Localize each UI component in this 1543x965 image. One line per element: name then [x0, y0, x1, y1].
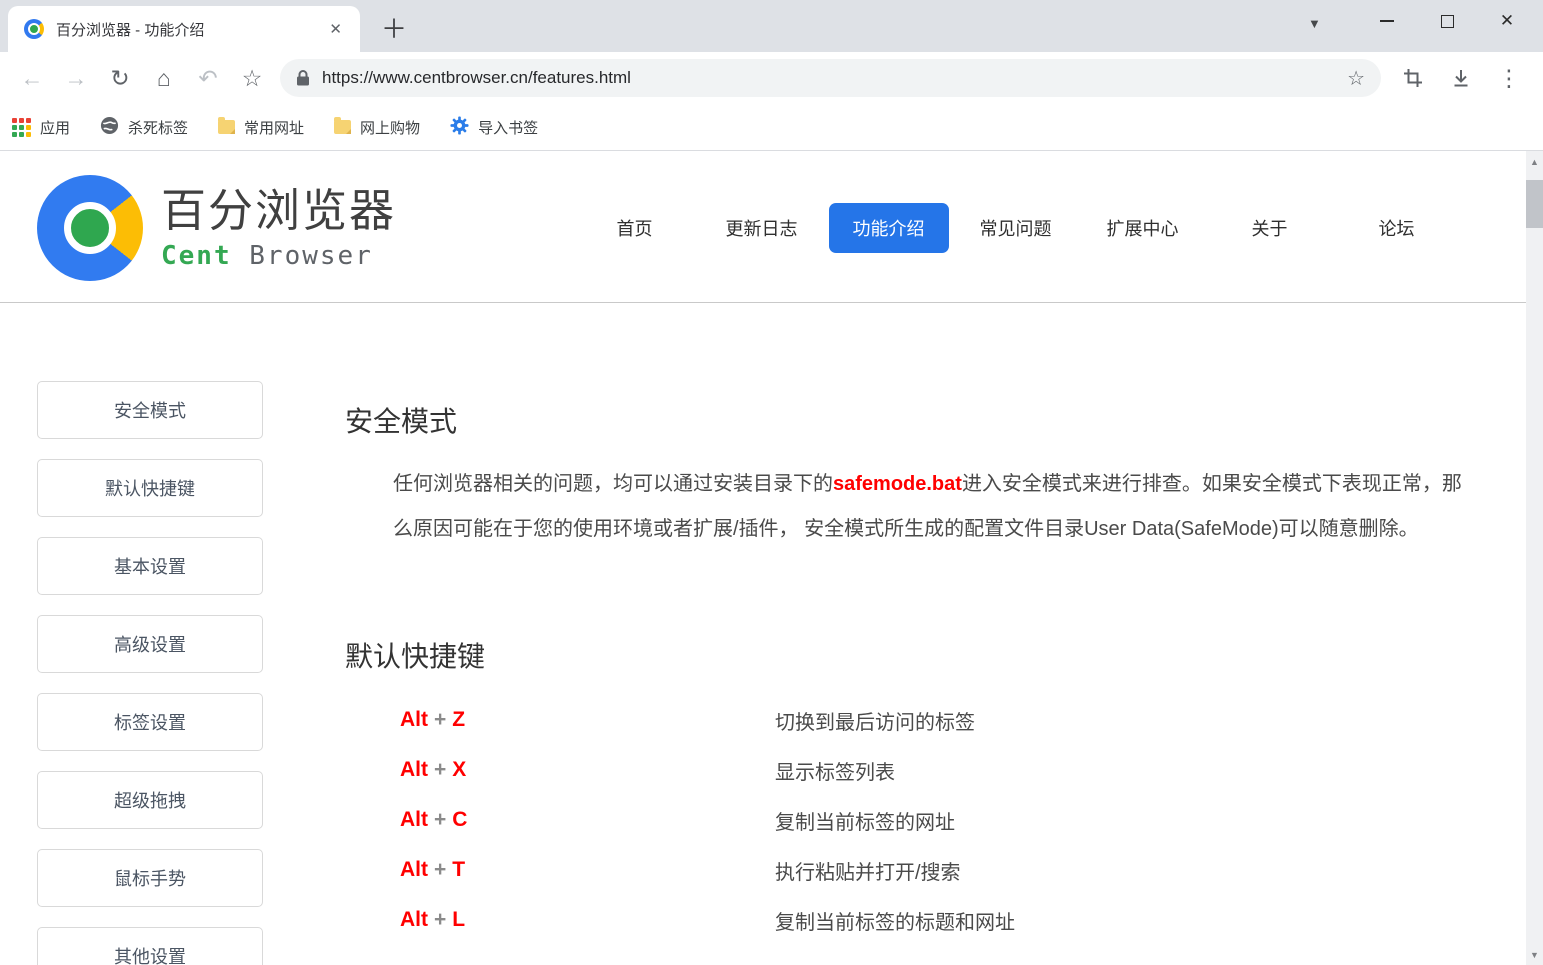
safemode-text-before: 任何浏览器相关的问题，均可以通过安装目录下的 [393, 473, 833, 495]
maximize-icon [1441, 15, 1454, 28]
shortcut-desc: 显示标签列表 [775, 756, 895, 785]
sidebar-item-safemode[interactable]: 安全模式 [37, 381, 263, 439]
minimize-icon [1380, 20, 1394, 22]
folder-icon [334, 120, 351, 134]
shortcut-row: Alt+Z 切换到最后访问的标签 [345, 695, 1490, 745]
main-article: 安全模式 任何浏览器相关的问题，均可以通过安装目录下的safemode.bat进… [345, 303, 1490, 945]
bookmark-folder-common-sites[interactable]: 常用网址 [218, 117, 304, 138]
sidebar-item-other-settings[interactable]: 其他设置 [37, 927, 263, 965]
bookmark-label: 应用 [40, 117, 70, 138]
menu-dots-icon[interactable]: ⋮ [1485, 57, 1533, 99]
lock-icon[interactable] [296, 69, 310, 87]
tab-close-icon[interactable]: ✕ [323, 18, 348, 40]
bookmark-kill-tab[interactable]: 杀死标签 [100, 116, 188, 139]
nav-item-changelog[interactable]: 更新日志 [698, 202, 825, 254]
mouse-gesture-star-icon[interactable]: ☆ [230, 57, 274, 99]
bookmark-label: 常用网址 [244, 117, 304, 138]
minimize-button[interactable] [1357, 2, 1417, 40]
logo-text: 百分浏览器 Cent Browser [161, 185, 396, 271]
sidebar-item-basic-settings[interactable]: 基本设置 [37, 537, 263, 595]
bookmark-import[interactable]: 导入书签 [450, 116, 538, 139]
shortcut-row: Alt+C 复制当前标签的网址 [345, 795, 1490, 845]
active-tab[interactable]: 百分浏览器 - 功能介绍 ✕ [8, 6, 360, 52]
nav-item-forum[interactable]: 论坛 [1333, 202, 1460, 254]
site-header: 百分浏览器 Cent Browser 首页 更新日志 功能介绍 常见问题 扩展中… [0, 151, 1543, 303]
url-text: https://www.centbrowser.cn/features.html [322, 68, 1347, 88]
folder-icon [218, 120, 235, 134]
tab-list-dropdown-icon[interactable]: ▼ [1308, 16, 1321, 31]
nav-item-home[interactable]: 首页 [571, 202, 698, 254]
site-nav: 首页 更新日志 功能介绍 常见问题 扩展中心 关于 论坛 [571, 202, 1460, 254]
page-scrollbar[interactable]: ▲ ▼ [1526, 151, 1543, 965]
logo-subtitle-cent: Cent [161, 241, 232, 271]
shortcut-key: Alt+X [345, 758, 775, 782]
back-icon[interactable]: ← [10, 57, 54, 99]
section-heading-safemode: 安全模式 [345, 400, 1490, 440]
shortcut-desc: 复制当前标签的网址 [775, 806, 955, 835]
page-content: 安全模式 默认快捷键 基本设置 高级设置 标签设置 超级拖拽 鼠标手势 其他设置… [0, 303, 1543, 965]
address-bar[interactable]: https://www.centbrowser.cn/features.html… [280, 59, 1381, 97]
section-heading-shortcuts: 默认快捷键 [345, 635, 1490, 675]
tab-title: 百分浏览器 - 功能介绍 [56, 19, 323, 40]
nav-item-features[interactable]: 功能介绍 [825, 202, 952, 254]
scrollbar-thumb[interactable] [1526, 180, 1543, 228]
browser-toolbar: ← → ↻ ⌂ ↶ ☆ https://www.centbrowser.cn/f… [0, 52, 1543, 104]
screenshot-crop-icon[interactable] [1389, 57, 1437, 99]
sidebar-item-tab-settings[interactable]: 标签设置 [37, 693, 263, 751]
bookmark-folder-shopping[interactable]: 网上购物 [334, 117, 420, 138]
site-logo[interactable]: 百分浏览器 Cent Browser [37, 175, 396, 281]
safemode-highlight: safemode.bat [833, 473, 962, 495]
gear-icon [450, 116, 469, 139]
tab-strip: 百分浏览器 - 功能介绍 ✕ ＋ ▼ ✕ [0, 0, 1543, 52]
shortcut-key: Alt+T [345, 858, 775, 882]
nav-item-extensions[interactable]: 扩展中心 [1079, 202, 1206, 254]
logo-title: 百分浏览器 [161, 185, 396, 237]
home-icon[interactable]: ⌂ [142, 57, 186, 99]
bookmark-label: 导入书签 [478, 117, 538, 138]
nav-item-faq[interactable]: 常见问题 [952, 202, 1079, 254]
maximize-button[interactable] [1417, 2, 1477, 40]
feature-sidebar: 安全模式 默认快捷键 基本设置 高级设置 标签设置 超级拖拽 鼠标手势 其他设置 [37, 381, 263, 965]
window-controls: ✕ [1357, 2, 1537, 40]
bookmark-star-icon[interactable]: ☆ [1347, 66, 1365, 91]
bookmarks-bar: 应用 杀死标签 常用网址 网上购物 [0, 104, 1543, 151]
shortcut-key: Alt+C [345, 808, 775, 832]
shortcut-key: Alt+Z [345, 708, 775, 732]
sidebar-item-mouse-gesture[interactable]: 鼠标手势 [37, 849, 263, 907]
centbrowser-favicon-icon [24, 19, 44, 39]
logo-subtitle-browser: Browser [249, 241, 373, 271]
new-tab-button[interactable]: ＋ [376, 10, 412, 44]
shortcut-row: Alt+X 显示标签列表 [345, 745, 1490, 795]
close-window-button[interactable]: ✕ [1477, 2, 1537, 40]
shortcut-key: Alt+L [345, 908, 775, 932]
nav-item-about[interactable]: 关于 [1206, 202, 1333, 254]
sidebar-item-super-drag[interactable]: 超级拖拽 [37, 771, 263, 829]
bookmark-label: 网上购物 [360, 117, 420, 138]
reload-icon[interactable]: ↻ [98, 57, 142, 99]
sidebar-item-shortcuts[interactable]: 默认快捷键 [37, 459, 263, 517]
shortcut-list: Alt+Z 切换到最后访问的标签 Alt+X 显示标签列表 Alt+C 复制当前… [345, 695, 1490, 945]
download-icon[interactable] [1437, 57, 1485, 99]
shortcut-desc: 切换到最后访问的标签 [775, 706, 975, 735]
bookmark-label: 杀死标签 [128, 117, 188, 138]
shortcut-row: Alt+L 复制当前标签的标题和网址 [345, 895, 1490, 945]
undo-icon[interactable]: ↶ [186, 57, 230, 99]
sidebar-item-advanced-settings[interactable]: 高级设置 [37, 615, 263, 673]
browser-window: 百分浏览器 - 功能介绍 ✕ ＋ ▼ ✕ ← → ↻ ⌂ ↶ ☆ https:/… [0, 0, 1543, 965]
logo-subtitle: Cent Browser [161, 241, 396, 271]
toolbar-right: ⋮ [1389, 57, 1533, 99]
forward-icon[interactable]: → [54, 57, 98, 99]
safemode-paragraph: 任何浏览器相关的问题，均可以通过安装目录下的safemode.bat进入安全模式… [393, 462, 1479, 552]
bookmark-apps[interactable]: 应用 [12, 117, 70, 138]
scroll-up-icon[interactable]: ▲ [1526, 153, 1543, 170]
shortcut-desc: 复制当前标签的标题和网址 [775, 906, 1015, 935]
scroll-down-icon[interactable]: ▼ [1526, 946, 1543, 963]
apps-grid-icon [12, 118, 31, 137]
centbrowser-logo-icon [37, 175, 143, 281]
shortcut-row: Alt+T 执行粘贴并打开/搜索 [345, 845, 1490, 895]
globe-icon [100, 116, 119, 139]
shortcut-desc: 执行粘贴并打开/搜索 [775, 856, 961, 885]
